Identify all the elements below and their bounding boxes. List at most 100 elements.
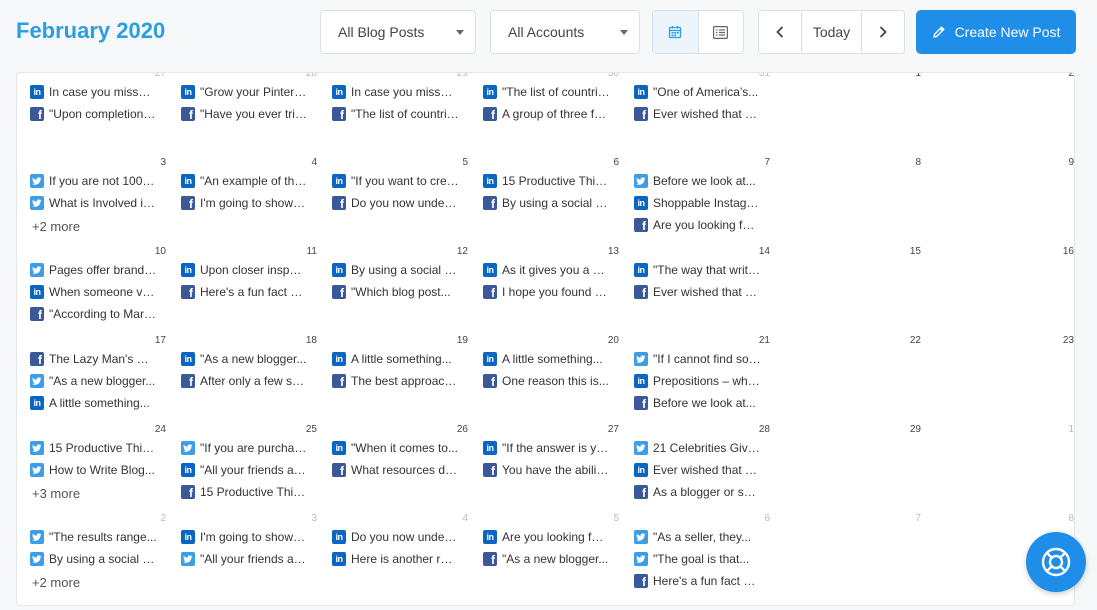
calendar-day-cell[interactable]: 4 in Do you now understand... in Here is ano… xyxy=(319,512,470,601)
calendar-day-cell[interactable]: 7 xyxy=(772,512,923,601)
scheduled-post[interactable]: f Ever wished that you... xyxy=(634,105,761,123)
scheduled-post[interactable]: in Here is another reason... xyxy=(332,550,459,568)
scheduled-post[interactable]: f Ever wished that you... xyxy=(634,283,761,301)
scheduled-post[interactable]: f Do you now understand... xyxy=(332,194,459,212)
calendar-day-cell[interactable]: 10 Pages offer brands... in When someone vi… xyxy=(17,245,168,334)
scheduled-post[interactable]: in Upon closer inspection... xyxy=(181,261,308,279)
more-posts-link[interactable]: +3 more xyxy=(32,486,80,501)
scheduled-post[interactable]: f You have the ability... xyxy=(483,461,610,479)
more-posts-link[interactable]: +2 more xyxy=(32,575,80,590)
calendar-day-cell[interactable]: 19 in A little something... f The best appro… xyxy=(319,334,470,423)
calendar-day-cell[interactable]: 13 in As it gives you a chance... f I hope y… xyxy=(470,245,621,334)
scheduled-post[interactable]: f Here's a fun fact about... xyxy=(181,283,308,301)
scheduled-post[interactable]: in Ever wished that you... xyxy=(634,461,761,479)
calendar-day-cell[interactable]: 29 in In case you missed it... f "The list o… xyxy=(319,73,470,156)
calendar-day-cell[interactable]: 26 in "When it comes to... f What resources … xyxy=(319,423,470,512)
scheduled-post[interactable]: f One reason this is... xyxy=(483,372,609,390)
scheduled-post[interactable]: in "An example of this... xyxy=(181,172,308,190)
scheduled-post[interactable]: f "Have you ever tried... xyxy=(181,105,308,123)
scheduled-post[interactable]: in Shoppable Instagram... xyxy=(634,194,761,212)
calendar-day-cell[interactable]: 15 xyxy=(772,245,923,334)
scheduled-post[interactable]: in A little something... xyxy=(30,394,150,412)
calendar-day-cell[interactable]: 1 xyxy=(923,423,1074,512)
scheduled-post[interactable]: "If you are purchasing... xyxy=(181,439,308,457)
calendar-day-cell[interactable]: 14 in "The way that writers... f Ever wished… xyxy=(621,245,772,334)
calendar-day-cell[interactable]: 1 xyxy=(772,73,923,156)
scheduled-post[interactable]: f "Which blog post... xyxy=(332,283,451,301)
calendar-day-cell[interactable]: 22 xyxy=(772,334,923,423)
calendar-day-cell[interactable]: 7 Before we look at... in Shoppable Instagr… xyxy=(621,156,772,245)
scheduled-post[interactable]: f Here's a fun fact about... xyxy=(634,572,761,590)
calendar-day-cell[interactable]: 18 in "As a new blogger... f After only a fe… xyxy=(168,334,319,423)
accounts-filter[interactable]: All Accounts xyxy=(490,10,640,54)
scheduled-post[interactable]: f After only a few short... xyxy=(181,372,308,390)
scheduled-post[interactable]: How to Write Blog... xyxy=(30,461,155,479)
calendar-day-cell[interactable]: 16 xyxy=(923,245,1074,334)
calendar-day-cell[interactable]: 20 in A little something... f One reason thi… xyxy=(470,334,621,423)
scheduled-post[interactable]: in "If the answer is yes... xyxy=(483,439,610,457)
scheduled-post[interactable]: f A group of three friends... xyxy=(483,105,610,123)
scheduled-post[interactable]: in "The list of countries... xyxy=(483,83,610,101)
calendar-day-cell[interactable]: 27 in "If the answer is yes... f You have th… xyxy=(470,423,621,512)
previous-month-button[interactable] xyxy=(759,11,801,53)
scheduled-post[interactable]: in In case you missed it... xyxy=(30,83,157,101)
calendar-day-cell[interactable]: 9 xyxy=(923,156,1074,245)
scheduled-post[interactable]: in In case you missed it... xyxy=(332,83,459,101)
calendar-day-cell[interactable]: 21 "If I cannot find something... in Prepos… xyxy=(621,334,772,423)
scheduled-post[interactable]: in 15 Productive Things... xyxy=(483,172,610,190)
calendar-day-cell[interactable]: 3 If you are not 100%... What is Involved … xyxy=(17,156,168,245)
more-posts-link[interactable]: +2 more xyxy=(32,219,80,234)
calendar-day-cell[interactable]: 5 in "If you want to create... f Do you now … xyxy=(319,156,470,245)
scheduled-post[interactable]: f The Lazy Man's Guide... xyxy=(30,350,157,368)
calendar-day-cell[interactable]: 17 f The Lazy Man's Guide... "As a new blog… xyxy=(17,334,168,423)
blog-posts-filter[interactable]: All Blog Posts xyxy=(320,10,476,54)
scheduled-post[interactable]: f "The list of countries... xyxy=(332,105,459,123)
scheduled-post[interactable]: f I'm going to show you... xyxy=(181,194,308,212)
scheduled-post[interactable]: 15 Productive Things... xyxy=(30,439,157,457)
scheduled-post[interactable]: f The best approach... xyxy=(332,372,459,390)
calendar-day-cell[interactable]: 25 "If you are purchasing... in "All your f… xyxy=(168,423,319,512)
calendar-day-cell[interactable]: 30 in "The list of countries... f A group of… xyxy=(470,73,621,156)
calendar-day-cell[interactable]: 28 in "Grow your Pinterest... f "Have you ev… xyxy=(168,73,319,156)
calendar-day-cell[interactable]: 27 in In case you missed it... f "Upon compl… xyxy=(17,73,168,156)
scheduled-post[interactable]: in When someone visits... xyxy=(30,283,157,301)
scheduled-post[interactable]: in "All your friends are... xyxy=(181,461,308,479)
scheduled-post[interactable]: What is Involved in... xyxy=(30,194,157,212)
calendar-day-cell[interactable]: 11 in Upon closer inspection... f Here's a f… xyxy=(168,245,319,334)
scheduled-post[interactable]: f Are you looking for... xyxy=(634,216,761,234)
scheduled-post[interactable]: f "As a new blogger... xyxy=(483,550,608,568)
scheduled-post[interactable]: in "One of America's... xyxy=(634,83,758,101)
calendar-day-cell[interactable]: 2 "The results range... By using a social … xyxy=(17,512,168,601)
scheduled-post[interactable]: Before we look at... xyxy=(634,172,756,190)
scheduled-post[interactable]: f By using a social media... xyxy=(483,194,610,212)
scheduled-post[interactable]: in "If you want to create... xyxy=(332,172,459,190)
scheduled-post[interactable]: in "Grow your Pinterest... xyxy=(181,83,308,101)
scheduled-post[interactable]: "All your friends are... xyxy=(181,550,308,568)
scheduled-post[interactable]: If you are not 100%... xyxy=(30,172,157,190)
create-new-post-button[interactable]: Create New Post xyxy=(916,10,1076,54)
scheduled-post[interactable]: in Prepositions – what... xyxy=(634,372,761,390)
scheduled-post[interactable]: f I hope you found this... xyxy=(483,283,610,301)
scheduled-post[interactable]: "The goal is that... xyxy=(634,550,749,568)
calendar-day-cell[interactable]: 4 in "An example of this... f I'm going to s… xyxy=(168,156,319,245)
today-button[interactable]: Today xyxy=(800,11,863,53)
scheduled-post[interactable]: in I'm going to show you... xyxy=(181,528,308,546)
scheduled-post[interactable]: Pages offer brands... xyxy=(30,261,157,279)
next-month-button[interactable] xyxy=(862,11,904,53)
calendar-day-cell[interactable]: 29 xyxy=(772,423,923,512)
scheduled-post[interactable]: in "When it comes to... xyxy=(332,439,458,457)
calendar-day-cell[interactable]: 12 in By using a social media... f "Which bl… xyxy=(319,245,470,334)
scheduled-post[interactable]: "As a new blogger... xyxy=(30,372,155,390)
scheduled-post[interactable]: in "The way that writers... xyxy=(634,261,761,279)
list-view-button[interactable] xyxy=(697,11,743,53)
scheduled-post[interactable]: in Do you now understand... xyxy=(332,528,459,546)
help-button[interactable] xyxy=(1026,532,1086,592)
scheduled-post[interactable]: "The results range... xyxy=(30,528,157,546)
scheduled-post[interactable]: "If I cannot find something... xyxy=(634,350,761,368)
calendar-day-cell[interactable]: 5 in Are you looking for... f "As a new blog… xyxy=(470,512,621,601)
calendar-day-cell[interactable]: 2 xyxy=(923,73,1074,156)
scheduled-post[interactable]: 21 Celebrities Give... xyxy=(634,439,761,457)
scheduled-post[interactable]: in Are you looking for... xyxy=(483,528,610,546)
calendar-day-cell[interactable]: 31 in "One of America's... f Ever wished tha… xyxy=(621,73,772,156)
calendar-view-button[interactable] xyxy=(653,11,698,53)
